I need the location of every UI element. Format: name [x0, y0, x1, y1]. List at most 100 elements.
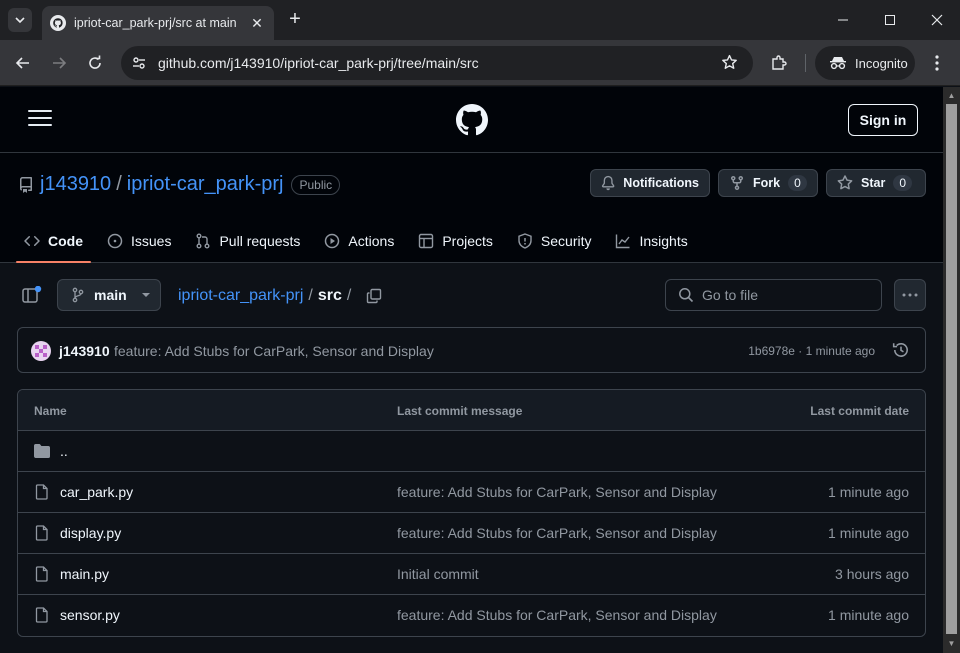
header-last-commit-message: Last commit message: [397, 404, 523, 418]
fork-count: 0: [788, 175, 807, 191]
code-icon: [24, 235, 40, 246]
site-header: Sign in: [0, 87, 943, 153]
minimize-icon: [838, 19, 848, 21]
scroll-up-arrow-icon[interactable]: ▲: [947, 91, 956, 100]
star-label: Star: [861, 176, 886, 190]
branch-name: main: [94, 287, 127, 303]
repo-nav-tabs: Code Issues Pull requests Actions Projec…: [16, 218, 704, 263]
table-row: display.py feature: Add Stubs for CarPar…: [18, 513, 925, 554]
close-icon: [931, 14, 943, 26]
puzzle-icon: [772, 55, 787, 70]
folder-icon: [34, 444, 50, 458]
repo-icon: [19, 176, 32, 193]
scroll-down-arrow-icon[interactable]: ▼: [947, 639, 956, 648]
file-commit-date: 1 minute ago: [828, 525, 909, 541]
tab-pull-requests[interactable]: Pull requests: [187, 218, 308, 263]
browser-toolbar: github.com/j143910/ipriot-car_park-prj/t…: [0, 40, 960, 86]
shield-icon: [518, 232, 532, 249]
parent-directory-row[interactable]: ..: [18, 431, 925, 472]
chevron-down-icon: [15, 17, 25, 24]
tab-projects[interactable]: Projects: [410, 218, 501, 263]
file-commit-message-link[interactable]: Initial commit: [397, 566, 479, 582]
site-info-icon[interactable]: [131, 55, 147, 71]
toolbar-divider: [805, 54, 806, 72]
incognito-indicator[interactable]: Incognito: [815, 46, 915, 80]
git-branch-icon: [72, 287, 84, 303]
commit-meta[interactable]: 1b6978e · 1 minute ago: [748, 344, 875, 358]
avatar[interactable]: [31, 341, 51, 361]
star-button[interactable]: Star 0: [826, 169, 926, 197]
forward-button[interactable]: [46, 50, 72, 76]
identicon-icon: [35, 345, 47, 357]
file-commit-message-link[interactable]: feature: Add Stubs for CarPark, Sensor a…: [397, 525, 717, 541]
sign-in-button[interactable]: Sign in: [848, 104, 918, 136]
browser-tabstrip: ipriot-car_park-prj/src at main ✕ +: [0, 0, 960, 40]
tab-title: ipriot-car_park-prj/src at main: [74, 16, 237, 30]
commit-message[interactable]: feature: Add Stubs for CarPark, Sensor a…: [114, 343, 434, 359]
more-options-button[interactable]: [894, 279, 926, 311]
branch-selector[interactable]: main: [57, 279, 161, 311]
incognito-label: Incognito: [855, 55, 908, 71]
tab-actions-label: Actions: [348, 232, 395, 249]
page-scrollbar[interactable]: ▲ ▼: [943, 87, 960, 653]
close-tab-icon[interactable]: ✕: [248, 15, 266, 32]
star-icon: [837, 175, 853, 190]
parent-directory-link[interactable]: ..: [60, 443, 68, 459]
close-window-button[interactable]: [914, 0, 960, 40]
file-name-link[interactable]: display.py: [60, 525, 121, 541]
browser-menu-button[interactable]: [924, 50, 950, 76]
reload-button[interactable]: [82, 50, 108, 76]
bell-icon: [601, 175, 615, 191]
new-tab-button[interactable]: +: [283, 8, 307, 32]
copy-icon[interactable]: [366, 288, 382, 304]
table-row: car_park.py feature: Add Stubs for CarPa…: [18, 472, 925, 513]
browser-tab[interactable]: ipriot-car_park-prj/src at main ✕: [42, 6, 274, 40]
file-icon: [35, 484, 48, 500]
fork-icon: [731, 176, 743, 191]
file-name-link[interactable]: main.py: [60, 566, 109, 582]
breadcrumb-repo-link[interactable]: ipriot-car_park-prj: [178, 287, 303, 305]
reload-icon: [89, 55, 101, 69]
file-table-header: Name Last commit message Last commit dat…: [18, 390, 925, 431]
breadcrumb-trailing-separator: /: [346, 287, 352, 304]
git-pull-request-icon: [196, 233, 210, 248]
kebab-horizontal-icon: [902, 293, 918, 297]
file-commit-message-link[interactable]: feature: Add Stubs for CarPark, Sensor a…: [397, 484, 717, 500]
breadcrumb-current: src: [317, 287, 342, 304]
tab-search-button[interactable]: [8, 8, 32, 32]
file-table: Name Last commit message Last commit dat…: [17, 389, 926, 637]
maximize-button[interactable]: [867, 0, 913, 40]
file-icon: [35, 525, 48, 541]
tab-projects-label: Projects: [442, 232, 493, 249]
tab-security[interactable]: Security: [509, 218, 600, 263]
file-commit-date: 1 minute ago: [828, 484, 909, 500]
back-button[interactable]: [10, 50, 36, 76]
visibility-badge: Public: [291, 174, 341, 195]
address-bar[interactable]: github.com/j143910/ipriot-car_park-prj/t…: [121, 46, 753, 80]
tab-issues[interactable]: Issues: [99, 218, 179, 263]
repo-title-separator: /: [116, 173, 122, 195]
tab-code[interactable]: Code: [16, 218, 91, 263]
tab-insights[interactable]: Insights: [607, 218, 695, 263]
file-commit-message-link[interactable]: feature: Add Stubs for CarPark, Sensor a…: [397, 607, 717, 623]
github-logo-icon[interactable]: [456, 104, 488, 136]
tab-actions[interactable]: Actions: [316, 218, 402, 263]
fork-button[interactable]: Fork 0: [718, 169, 818, 197]
extensions-button[interactable]: [766, 50, 792, 76]
repo-owner-link[interactable]: j143910: [40, 173, 111, 196]
minimize-button[interactable]: [820, 0, 866, 40]
bookmark-star-icon[interactable]: [721, 54, 738, 71]
go-to-file-input[interactable]: Go to file: [665, 279, 882, 311]
notifications-button[interactable]: Notifications: [590, 169, 710, 197]
header-last-commit-date: Last commit date: [810, 404, 909, 418]
history-icon[interactable]: [892, 341, 910, 359]
tab-code-label: Code: [48, 232, 83, 249]
commit-author[interactable]: j143910: [59, 343, 110, 359]
header-name: Name: [34, 404, 67, 418]
scrollbar-thumb[interactable]: [946, 104, 957, 634]
hamburger-menu-icon[interactable]: [28, 110, 52, 130]
file-name-link[interactable]: sensor.py: [60, 607, 120, 623]
side-panel-toggle-icon[interactable]: [22, 286, 42, 304]
repo-name-link[interactable]: ipriot-car_park-prj: [127, 173, 284, 196]
file-name-link[interactable]: car_park.py: [60, 484, 133, 500]
